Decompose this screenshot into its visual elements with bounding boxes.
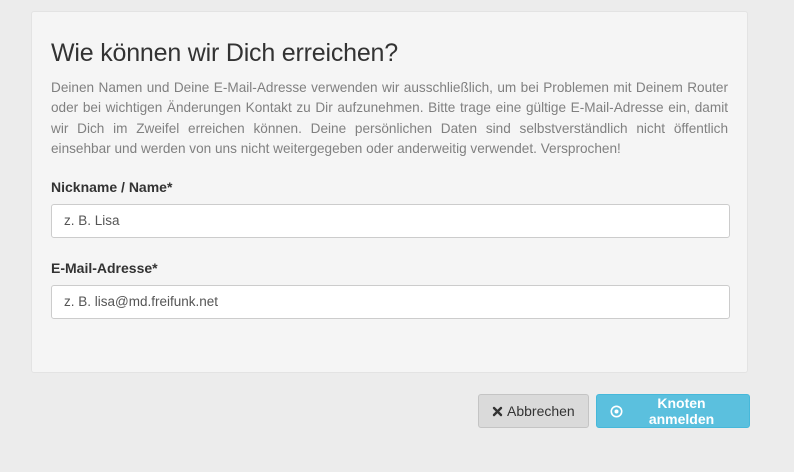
form-panel: Wie können wir Dich erreichen? Deinen Na… — [31, 11, 748, 373]
email-label: E-Mail-Adresse* — [51, 259, 158, 276]
email-input[interactable] — [51, 284, 730, 319]
cancel-button[interactable]: Abbrechen — [478, 394, 589, 428]
cancel-button-label: Abbrechen — [507, 403, 575, 419]
close-icon — [492, 406, 503, 417]
form-title: Wie können wir Dich erreichen? — [51, 39, 398, 67]
form-intro-text: Deinen Namen und Deine E-Mail-Adresse ve… — [51, 80, 728, 157]
name-input[interactable] — [51, 203, 730, 238]
form-actions: Abbrechen Knoten anmelden — [478, 394, 750, 428]
submit-button-label: Knoten anmelden — [648, 395, 715, 427]
submit-button[interactable]: Knoten anmelden — [596, 394, 750, 428]
name-label: Nickname / Name* — [51, 178, 173, 195]
circle-dot-icon — [610, 405, 623, 418]
